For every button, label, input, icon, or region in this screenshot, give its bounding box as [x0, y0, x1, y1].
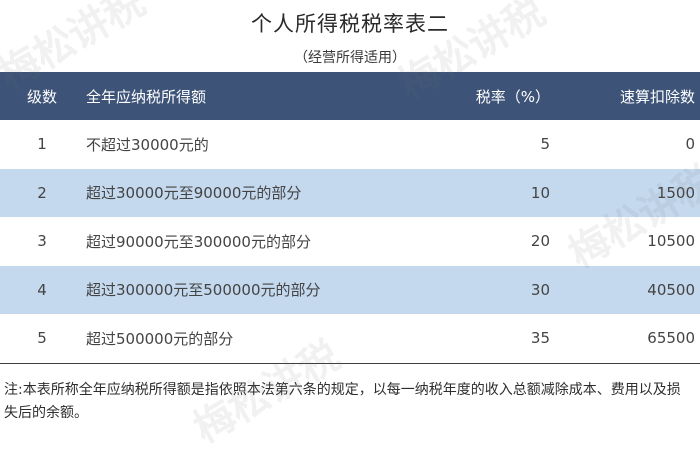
- table-footnote: 注:本表所称全年应纳税所得额是指依照本法第六条的规定，以每一纳税年度的收入总额减…: [4, 382, 681, 421]
- table-row: 4 超过300000元至500000元的部分 30 40500: [0, 265, 700, 314]
- table-row: 2 超过30000元至90000元的部分 10 1500: [0, 168, 700, 217]
- header-deduction: 速算扣除数: [619, 87, 695, 106]
- header-rate: 税率（%）: [475, 87, 550, 106]
- table-title: 个人所得税税率表二: [251, 12, 449, 36]
- cell-range: 超过300000元至500000元的部分: [86, 281, 321, 300]
- cell-level: 1: [37, 135, 47, 154]
- cell-level: 5: [37, 329, 47, 348]
- cell-range: 不超过30000元的: [86, 135, 209, 154]
- cell-level: 2: [37, 183, 47, 202]
- table-subtitle: （经营所得适用）: [294, 50, 406, 66]
- header-level: 级数: [26, 87, 57, 106]
- cell-deduction: 1500: [656, 183, 695, 202]
- cell-range: 超过500000元的部分: [86, 329, 234, 348]
- header-income-range: 全年应纳税所得额: [86, 87, 207, 106]
- cell-level: 4: [37, 280, 47, 299]
- table-row: 5 超过500000元的部分 35 65500: [0, 314, 700, 363]
- cell-rate: 20: [530, 232, 550, 251]
- table-row: 1 不超过30000元的 5 0: [0, 120, 700, 169]
- cell-rate: 10: [530, 183, 550, 202]
- cell-deduction: 10500: [647, 232, 695, 251]
- cell-rate: 30: [530, 280, 550, 299]
- cell-deduction: 65500: [647, 329, 695, 348]
- cell-range: 超过90000元至300000元的部分: [86, 232, 311, 251]
- cell-level: 3: [37, 232, 47, 251]
- cell-rate: 5: [540, 135, 550, 154]
- table-row: 3 超过90000元至300000元的部分 20 10500: [0, 217, 700, 266]
- table-header-row: 级数 全年应纳税所得额 税率（%） 速算扣除数: [0, 72, 700, 120]
- cell-rate: 35: [530, 329, 550, 348]
- cell-deduction: 40500: [647, 280, 695, 299]
- table-bottom-rule: [0, 362, 700, 364]
- cell-deduction: 0: [685, 135, 695, 154]
- tax-rate-table: 级数 全年应纳税所得额 税率（%） 速算扣除数 1 不超过30000元的 5 0…: [0, 72, 700, 364]
- cell-range: 超过30000元至90000元的部分: [86, 184, 302, 203]
